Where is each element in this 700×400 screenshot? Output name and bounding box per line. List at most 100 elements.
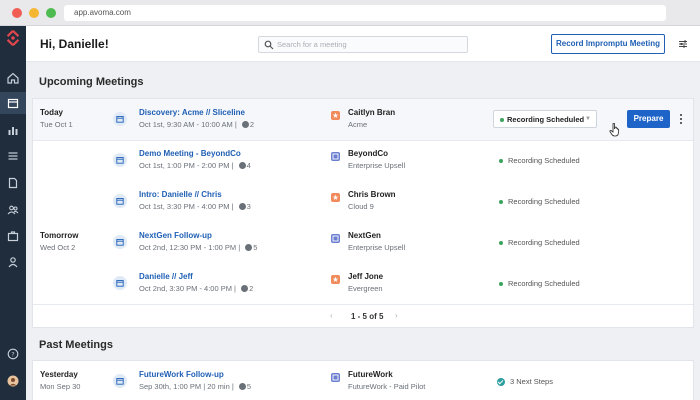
upcoming-meetings-heading: Upcoming Meetings bbox=[39, 76, 144, 88]
calendar-icon[interactable] bbox=[6, 96, 20, 110]
chart-icon[interactable] bbox=[6, 123, 20, 137]
recording-status: Recording Scheduled bbox=[508, 279, 580, 288]
avoma-logo[interactable] bbox=[4, 29, 22, 47]
contact-icon bbox=[331, 111, 340, 120]
meeting-title-link[interactable]: NextGen Follow-up bbox=[139, 231, 212, 240]
calendar-icon bbox=[113, 235, 127, 249]
meeting-title-link[interactable]: Intro: Danielle // Chris bbox=[139, 190, 222, 199]
calendar-icon bbox=[113, 374, 127, 388]
check-circle-icon bbox=[497, 378, 505, 386]
chevron-down-icon: ▼ bbox=[585, 116, 591, 122]
meeting-time: Oct 1st, 9:30 AM - 10:00 AM | 2 bbox=[139, 120, 255, 129]
meeting-time: Oct 1st, 1:00 PM - 2:00 PM | 4 bbox=[139, 161, 251, 170]
help-icon[interactable]: ? bbox=[6, 347, 20, 361]
past-meetings-heading: Past Meetings bbox=[39, 339, 113, 351]
main-content: Upcoming Meetings Today Tue Oct 1 Discov… bbox=[26, 62, 700, 400]
contact-company: Cloud 9 bbox=[348, 202, 374, 211]
recording-status: Recording Scheduled bbox=[508, 238, 580, 247]
maximize-window-button[interactable] bbox=[46, 8, 56, 18]
home-icon[interactable] bbox=[6, 71, 20, 85]
browser-chrome: app.avoma.com bbox=[0, 0, 700, 26]
more-options-icon[interactable] bbox=[678, 112, 684, 126]
contact-company: Acme bbox=[348, 120, 368, 129]
contact-icon bbox=[331, 193, 340, 202]
attendee-count: 3 bbox=[246, 202, 251, 211]
top-header: Hi, Danielle! Search for a meeting Recor… bbox=[26, 26, 700, 62]
svg-text:?: ? bbox=[11, 350, 14, 358]
calendar-icon bbox=[113, 153, 127, 167]
hand-cursor-icon bbox=[609, 123, 620, 137]
people-icon[interactable] bbox=[6, 203, 20, 217]
meeting-time: Oct 1st, 3:30 PM - 4:00 PM | 3 bbox=[139, 202, 251, 211]
meeting-title-link[interactable]: Danielle // Jeff bbox=[139, 272, 193, 281]
meeting-row[interactable]: Danielle // Jeff Oct 2nd, 3:30 PM - 4:00… bbox=[33, 263, 693, 305]
calendar-icon bbox=[113, 112, 127, 126]
attendee-icon bbox=[238, 203, 246, 210]
attendee-count: 5 bbox=[246, 382, 252, 391]
contact-name[interactable]: Jeff Jone bbox=[348, 272, 383, 281]
meeting-day: Tomorrow bbox=[40, 231, 79, 240]
contact-name[interactable]: Caitlyn Bran bbox=[348, 108, 395, 117]
status-dot bbox=[499, 159, 503, 163]
document-icon[interactable] bbox=[6, 176, 20, 190]
recording-status: Recording Scheduled bbox=[507, 115, 585, 124]
meeting-title-link[interactable]: Discovery: Acme // Sliceline bbox=[139, 108, 245, 117]
avatar[interactable] bbox=[6, 374, 20, 388]
recording-status: Recording Scheduled bbox=[508, 156, 580, 165]
meeting-title-link[interactable]: Demo Meeting - BeyondCo bbox=[139, 149, 241, 158]
company-icon bbox=[331, 373, 340, 382]
filter-settings-icon[interactable] bbox=[678, 39, 688, 49]
recording-status-dropdown[interactable]: Recording Scheduled ▼ bbox=[493, 110, 597, 128]
company-icon bbox=[331, 152, 340, 161]
status-dot bbox=[500, 118, 504, 122]
status-dot bbox=[499, 200, 503, 204]
user-icon[interactable] bbox=[6, 255, 20, 269]
record-impromptu-meeting-button[interactable]: Record Impromptu Meeting bbox=[551, 34, 665, 54]
meeting-title-link[interactable]: FutureWork Follow-up bbox=[139, 370, 224, 379]
search-placeholder: Search for a meeting bbox=[277, 40, 347, 49]
attendee-icon bbox=[241, 285, 249, 292]
company-icon bbox=[331, 234, 340, 243]
pagination-status: 1 - 5 of 5 bbox=[351, 312, 384, 321]
attendee-count: 2 bbox=[249, 284, 254, 293]
next-page-icon[interactable]: › bbox=[395, 311, 398, 320]
meeting-row[interactable]: Today Tue Oct 1 Discovery: Acme // Slice… bbox=[33, 99, 693, 141]
attendee-count: 4 bbox=[246, 161, 251, 170]
previous-page-icon[interactable]: ‹ bbox=[330, 311, 333, 320]
attendee-icon bbox=[238, 383, 246, 390]
meeting-date: Wed Oct 2 bbox=[40, 243, 76, 252]
status-dot bbox=[499, 241, 503, 245]
contact-name[interactable]: Chris Brown bbox=[348, 190, 396, 199]
minimize-window-button[interactable] bbox=[29, 8, 39, 18]
search-input[interactable]: Search for a meeting bbox=[258, 36, 468, 53]
pagination: ‹ 1 - 5 of 5 › bbox=[33, 304, 693, 328]
attendee-count: 2 bbox=[249, 120, 255, 129]
meeting-row[interactable]: Intro: Danielle // Chris Oct 1st, 3:30 P… bbox=[33, 181, 693, 223]
past-meetings-card: Yesterday Mon Sep 30 FutureWork Follow-u… bbox=[32, 360, 694, 400]
search-icon bbox=[264, 40, 274, 50]
meeting-day: Yesterday bbox=[40, 370, 78, 379]
attendee-icon bbox=[241, 121, 249, 128]
next-steps-link[interactable]: 3 Next Steps bbox=[510, 377, 553, 386]
company-name[interactable]: FutureWork bbox=[348, 370, 393, 379]
greeting-heading: Hi, Danielle! bbox=[40, 37, 109, 51]
address-bar[interactable]: app.avoma.com bbox=[64, 5, 666, 21]
attendee-icon bbox=[238, 162, 246, 169]
company-name[interactable]: NextGen bbox=[348, 231, 381, 240]
briefcase-icon[interactable] bbox=[6, 229, 20, 243]
calendar-icon bbox=[113, 276, 127, 290]
meeting-row[interactable]: Tomorrow Wed Oct 2 NextGen Follow-up Oct… bbox=[33, 222, 693, 264]
recording-status: Recording Scheduled bbox=[508, 197, 580, 206]
list-icon[interactable] bbox=[6, 149, 20, 163]
deal-name: Enterprise Upsell bbox=[348, 161, 406, 170]
meeting-row[interactable]: Demo Meeting - BeyondCo Oct 1st, 1:00 PM… bbox=[33, 140, 693, 182]
contact-icon bbox=[331, 275, 340, 284]
meeting-date: Tue Oct 1 bbox=[40, 120, 73, 129]
meeting-day: Today bbox=[40, 108, 63, 117]
meeting-row[interactable]: Yesterday Mon Sep 30 FutureWork Follow-u… bbox=[33, 361, 693, 400]
prepare-button[interactable]: Prepare bbox=[627, 110, 670, 128]
attendee-icon bbox=[245, 244, 253, 251]
close-window-button[interactable] bbox=[12, 8, 22, 18]
contact-company: Evergreen bbox=[348, 284, 383, 293]
company-name[interactable]: BeyondCo bbox=[348, 149, 388, 158]
